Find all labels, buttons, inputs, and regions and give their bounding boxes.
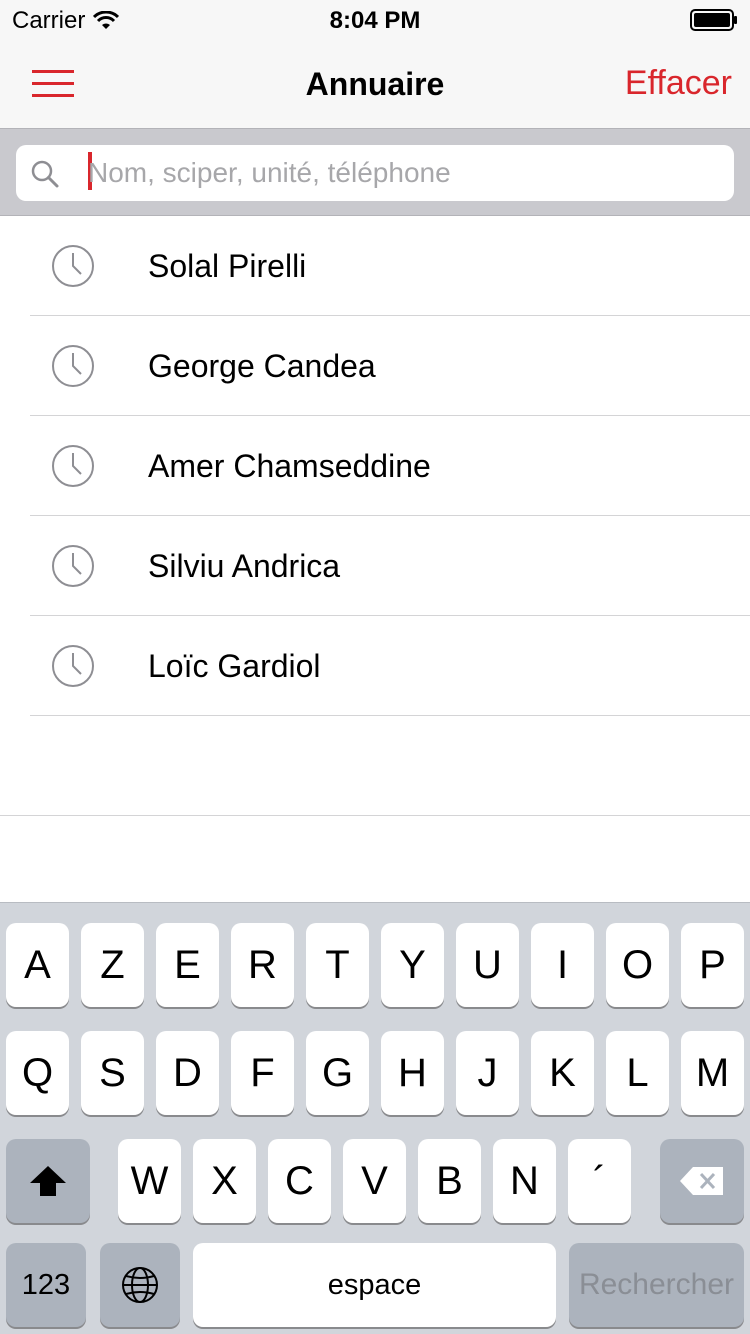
key-g[interactable]: G <box>306 1031 369 1115</box>
key-t[interactable]: T <box>306 923 369 1007</box>
clock-icon <box>52 245 94 287</box>
key-p[interactable]: P <box>681 923 744 1007</box>
key-m[interactable]: M <box>681 1031 744 1115</box>
shift-icon <box>30 1166 66 1196</box>
empty-row <box>0 716 750 816</box>
key-x[interactable]: X <box>193 1139 256 1223</box>
key-i[interactable]: I <box>531 923 594 1007</box>
list-item-label: Amer Chamseddine <box>148 448 431 484</box>
navigation-bar: Annuaire Effacer <box>0 40 750 128</box>
list-item[interactable]: Silviu Andrica <box>0 516 750 616</box>
key-n[interactable]: N <box>493 1139 556 1223</box>
key-w[interactable]: W <box>118 1139 181 1223</box>
key-k[interactable]: K <box>531 1031 594 1115</box>
key-q[interactable]: Q <box>6 1031 69 1115</box>
search-key[interactable]: Rechercher <box>569 1243 744 1327</box>
globe-key[interactable] <box>100 1243 180 1327</box>
list-item[interactable]: Amer Chamseddine <box>0 416 750 516</box>
list-item-label: Silviu Andrica <box>148 548 341 584</box>
list-item-label: Solal Pirelli <box>148 248 307 284</box>
search-box[interactable] <box>16 145 734 201</box>
numbers-key[interactable]: 123 <box>6 1243 86 1327</box>
search-icon <box>31 160 59 188</box>
key-a[interactable]: A <box>6 923 69 1007</box>
clock-icon <box>52 345 94 387</box>
list-item-label: Loïc Gardiol <box>148 648 321 684</box>
clock-icon <box>52 445 94 487</box>
key-d[interactable]: D <box>156 1031 219 1115</box>
key-o[interactable]: O <box>606 923 669 1007</box>
keyboard: A Z E R T Y U I O P Q S D F G H J K L M … <box>0 902 750 1334</box>
search-input[interactable] <box>88 153 708 193</box>
battery-icon <box>690 9 737 31</box>
shift-key[interactable] <box>6 1139 90 1223</box>
search-bar <box>0 128 750 216</box>
list-item[interactable]: George Candea <box>0 316 750 416</box>
status-bar: Carrier 8:04 PM <box>0 0 750 40</box>
key-z[interactable]: Z <box>81 923 144 1007</box>
list-item[interactable]: Loïc Gardiol <box>0 616 750 716</box>
key-r[interactable]: R <box>231 923 294 1007</box>
key-b[interactable]: B <box>418 1139 481 1223</box>
status-time: 8:04 PM <box>329 7 421 34</box>
key-l[interactable]: L <box>606 1031 669 1115</box>
key-u[interactable]: U <box>456 923 519 1007</box>
key-accent[interactable]: ´ <box>568 1139 631 1223</box>
recent-searches-list: Solal Pirelli George Candea Amer Chamsed… <box>0 216 750 816</box>
key-y[interactable]: Y <box>381 923 444 1007</box>
space-key[interactable]: espace <box>193 1243 556 1327</box>
clear-button[interactable]: Effacer <box>625 64 732 103</box>
key-s[interactable]: S <box>81 1031 144 1115</box>
list-item[interactable]: Solal Pirelli <box>0 216 750 316</box>
key-h[interactable]: H <box>381 1031 444 1115</box>
key-f[interactable]: F <box>231 1031 294 1115</box>
backspace-icon <box>680 1167 723 1195</box>
key-e[interactable]: E <box>156 923 219 1007</box>
clock-icon <box>52 545 94 587</box>
backspace-key[interactable] <box>660 1139 744 1223</box>
clock-icon <box>52 645 94 687</box>
key-v[interactable]: V <box>343 1139 406 1223</box>
list-item-label: George Candea <box>148 348 376 384</box>
key-c[interactable]: C <box>268 1139 331 1223</box>
globe-icon <box>122 1267 158 1303</box>
key-j[interactable]: J <box>456 1031 519 1115</box>
